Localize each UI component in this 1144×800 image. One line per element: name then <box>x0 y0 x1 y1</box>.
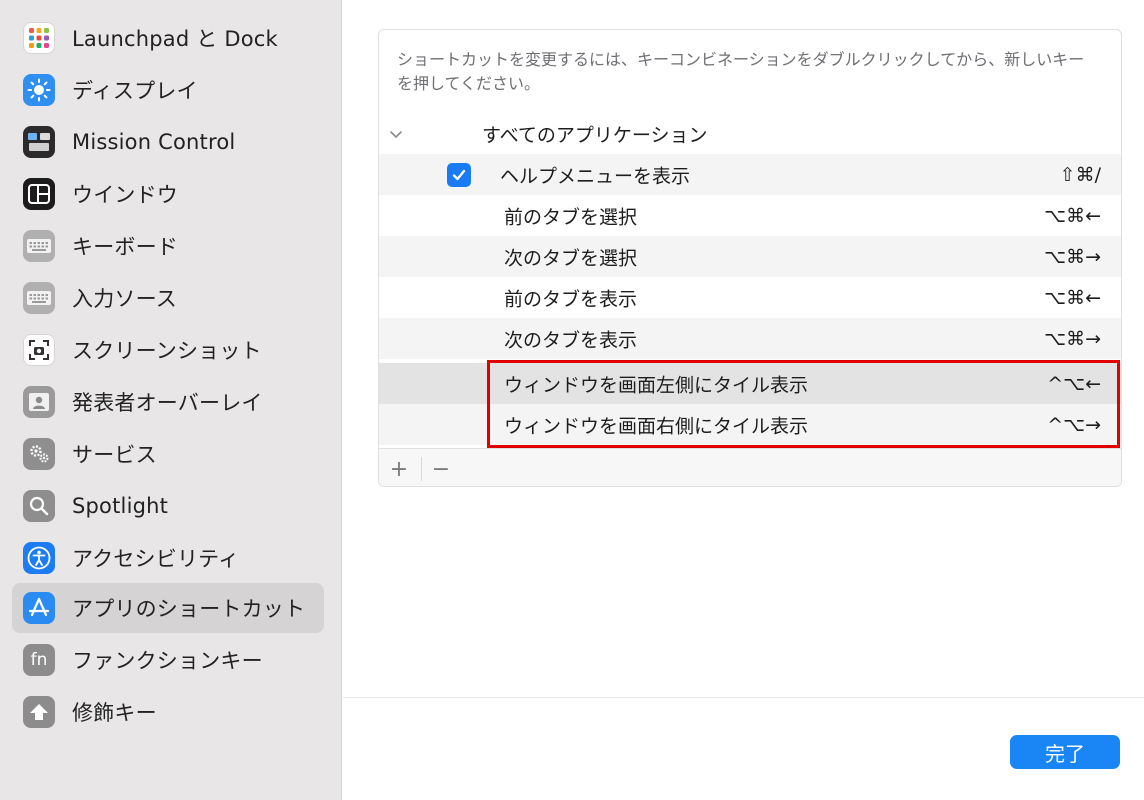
sidebar-item-launchpad-dock[interactable]: Launchpad と Dock <box>12 13 324 63</box>
group-row-all-applications[interactable]: すべてのアプリケーション <box>379 113 1121 154</box>
sidebar-item-input-sources[interactable]: 入力ソース <box>12 273 324 323</box>
sidebar-item-label: ウインドウ <box>72 183 178 207</box>
shortcut-keys[interactable]: ^⌥→ <box>1047 414 1101 436</box>
done-button[interactable]: 完了 <box>1010 735 1120 769</box>
sidebar-item-label: ディスプレイ <box>72 79 198 103</box>
sidebar-item-spotlight[interactable]: Spotlight <box>12 481 324 531</box>
shortcut-row[interactable]: 前のタブを選択 ⌥⌘← <box>379 195 1121 236</box>
shortcut-label: ヘルプメニューを表示 <box>500 165 691 187</box>
sidebar-item-label: Mission Control <box>72 130 236 154</box>
fn-icon-label: fn <box>30 650 48 670</box>
modifier-keys-icon <box>23 696 55 728</box>
sidebar-item-label: Spotlight <box>72 494 169 518</box>
add-button[interactable]: + <box>385 455 413 483</box>
sidebar-item-label: ファンクションキー <box>72 649 263 673</box>
sidebar-item-function-keys[interactable]: fn ファンクションキー <box>12 635 324 685</box>
sidebar-item-mission-control[interactable]: Mission Control <box>12 117 324 167</box>
main-content: ショートカットを変更するには、キーコンビネーションをダブルクリックしてから、新し… <box>343 0 1144 800</box>
enabled-checkbox[interactable] <box>447 162 471 187</box>
sidebar-item-label: アクセシビリティ <box>72 547 240 571</box>
services-icon <box>23 438 55 470</box>
spotlight-icon <box>23 490 55 522</box>
shortcut-row[interactable]: 次のタブを選択 ⌥⌘→ <box>379 236 1121 277</box>
presenter-overlay-icon <box>23 386 55 418</box>
shortcut-label: 次のタブを表示 <box>504 329 638 351</box>
shortcut-keys[interactable]: ⌥⌘→ <box>1044 246 1101 268</box>
shortcut-label: ウィンドウを画面右側にタイル表示 <box>504 415 809 437</box>
sidebar-item-label: スクリーンショット <box>72 339 262 363</box>
shortcut-row[interactable]: ヘルプメニューを表示 ⇧⌘/ <box>379 154 1121 195</box>
sidebar-item-modifier-keys[interactable]: 修飾キー <box>12 687 324 737</box>
accessibility-icon <box>23 542 55 574</box>
chevron-down-icon[interactable] <box>387 125 405 143</box>
shortcut-label: 次のタブを選択 <box>504 247 638 269</box>
footer-divider <box>343 697 1144 698</box>
screenshot-icon <box>23 334 55 366</box>
shortcut-keys[interactable]: ^⌥← <box>1047 373 1101 395</box>
display-icon <box>23 74 55 106</box>
window-icon <box>23 178 55 210</box>
input-source-icon <box>23 282 55 314</box>
shortcut-keys[interactable]: ⌥⌘← <box>1044 205 1101 227</box>
shortcut-label: 前のタブを表示 <box>504 288 638 310</box>
launchpad-icon <box>23 22 55 54</box>
control-divider <box>421 457 422 481</box>
sidebar-item-app-shortcuts[interactable]: アプリのショートカット <box>12 583 324 633</box>
remove-button[interactable]: − <box>427 455 455 483</box>
sidebar-item-display[interactable]: ディスプレイ <box>12 65 324 115</box>
shortcut-keys[interactable]: ⌥⌘← <box>1044 287 1101 309</box>
instructions-text: ショートカットを変更するには、キーコンビネーションをダブルクリックしてから、新し… <box>397 50 1085 93</box>
sidebar-item-accessibility[interactable]: アクセシビリティ <box>12 533 324 583</box>
sidebar-item-presenter-overlay[interactable]: 発表者オーバーレイ <box>12 377 324 427</box>
function-keys-icon: fn <box>23 644 55 676</box>
list-controls: + − <box>379 448 1121 486</box>
sidebar-item-label: 入力ソース <box>72 287 177 311</box>
sidebar-item-window[interactable]: ウインドウ <box>12 169 324 219</box>
shortcut-row[interactable]: ウィンドウを画面右側にタイル表示 ^⌥→ <box>379 404 1121 445</box>
shortcut-row[interactable]: 次のタブを表示 ⌥⌘→ <box>379 318 1121 359</box>
sidebar-item-screenshots[interactable]: スクリーンショット <box>12 325 324 375</box>
sidebar-item-label: 発表者オーバーレイ <box>72 391 263 415</box>
shortcut-label: ウィンドウを画面左側にタイル表示 <box>504 374 809 396</box>
app-shortcuts-icon <box>23 592 55 624</box>
sidebar-item-label: サービス <box>72 443 157 467</box>
sidebar-item-label: 修飾キー <box>72 701 157 725</box>
shortcuts-panel: ショートカットを変更するには、キーコンビネーションをダブルクリックしてから、新し… <box>378 29 1122 487</box>
keyboard-icon <box>23 230 55 262</box>
sidebar: Launchpad と Dock ディスプレイ Mission Control … <box>0 0 342 800</box>
sidebar-item-label: アプリのショートカット <box>72 597 306 621</box>
sidebar-item-services[interactable]: サービス <box>12 429 324 479</box>
sidebar-item-keyboard[interactable]: キーボード <box>12 221 324 271</box>
shortcut-row[interactable]: 前のタブを表示 ⌥⌘← <box>379 277 1121 318</box>
shortcut-label: 前のタブを選択 <box>504 206 638 228</box>
group-label: すべてのアプリケーション <box>482 124 708 146</box>
mission-control-icon <box>23 126 55 158</box>
shortcut-keys[interactable]: ⌥⌘→ <box>1044 328 1101 350</box>
shortcut-keys[interactable]: ⇧⌘/ <box>1060 164 1101 186</box>
shortcut-row-selected[interactable]: ウィンドウを画面左側にタイル表示 ^⌥← <box>379 363 1121 404</box>
sidebar-item-label: Launchpad と Dock <box>72 27 278 51</box>
sidebar-item-label: キーボード <box>72 235 178 259</box>
